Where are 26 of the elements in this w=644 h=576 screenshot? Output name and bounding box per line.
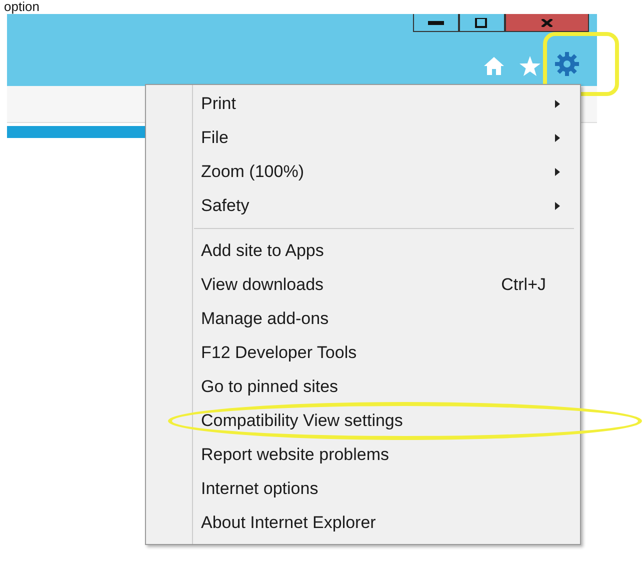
menu-item[interactable]: Add site to Apps — [146, 234, 580, 268]
menu-item[interactable]: Go to pinned sites — [146, 370, 580, 404]
menu-item[interactable]: Manage add-ons — [146, 302, 580, 336]
menu-item[interactable]: F12 Developer Tools — [146, 336, 580, 370]
menu-item[interactable]: Safety — [146, 189, 580, 223]
menu-item[interactable]: Compatibility View settings — [146, 404, 580, 438]
submenu-arrow-icon — [555, 202, 560, 210]
submenu-arrow-icon — [555, 134, 560, 142]
close-button[interactable] — [505, 14, 589, 32]
menu-item[interactable]: Zoom (100%) — [146, 155, 580, 189]
menu-item[interactable]: About Internet Explorer — [146, 506, 580, 540]
shortcut-text: Ctrl+J — [501, 275, 546, 295]
menu-item[interactable]: File — [146, 121, 580, 155]
menu-item[interactable]: Report website problems — [146, 438, 580, 472]
menu-item[interactable]: Print — [146, 87, 580, 121]
menu-item[interactable]: View downloads Ctrl+J — [146, 268, 580, 302]
close-icon — [541, 18, 553, 26]
submenu-arrow-icon — [555, 100, 560, 108]
minimize-icon — [428, 20, 444, 26]
restore-icon — [475, 18, 489, 28]
submenu-arrow-icon — [555, 168, 560, 176]
star-icon[interactable] — [519, 56, 541, 76]
caption-text: option — [3, 0, 40, 14]
menu-item[interactable]: Internet options — [146, 472, 580, 506]
restore-button[interactable] — [459, 14, 505, 32]
minimize-button[interactable] — [413, 14, 459, 32]
